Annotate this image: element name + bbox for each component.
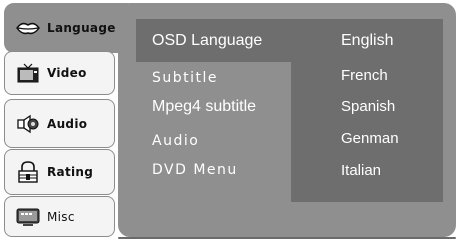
tab-video[interactable]: Video [4, 51, 115, 95]
tab-rating-label: Rating [47, 165, 94, 179]
option-spanish[interactable]: Spanish [341, 98, 395, 115]
option-selected-english[interactable]: English [341, 32, 393, 50]
option-genman[interactable]: Genman [341, 130, 399, 147]
menu-item-audio[interactable]: Audio [152, 133, 199, 149]
menu-item-dvd-menu[interactable]: DVD Menu [152, 162, 238, 178]
lips-icon [15, 17, 41, 39]
tab-audio-label: Audio [47, 116, 88, 131]
tab-misc[interactable]: Misc [4, 196, 115, 237]
tab-misc-label: Misc [47, 209, 75, 224]
tab-audio[interactable]: Audio [4, 99, 115, 148]
lock-icon [15, 161, 41, 183]
option-italian[interactable]: Italian [341, 162, 381, 179]
tab-video-label: Video [47, 66, 87, 80]
tab-language-label: Language [47, 21, 116, 35]
tab-language[interactable]: Language [4, 3, 128, 53]
menu-item-subtitle[interactable]: Subtitle [152, 70, 218, 86]
speaker-icon [15, 113, 41, 135]
monitor-icon [15, 206, 41, 228]
menu-item-osd-language[interactable]: OSD Language [152, 32, 262, 50]
option-french[interactable]: French [341, 67, 388, 84]
menu-item-mpeg4-subtitle[interactable]: Mpeg4 subtitle [152, 98, 256, 116]
tv-icon [15, 62, 41, 84]
tab-rating[interactable]: Rating [4, 149, 115, 195]
panel-bottom-edge [118, 237, 456, 239]
